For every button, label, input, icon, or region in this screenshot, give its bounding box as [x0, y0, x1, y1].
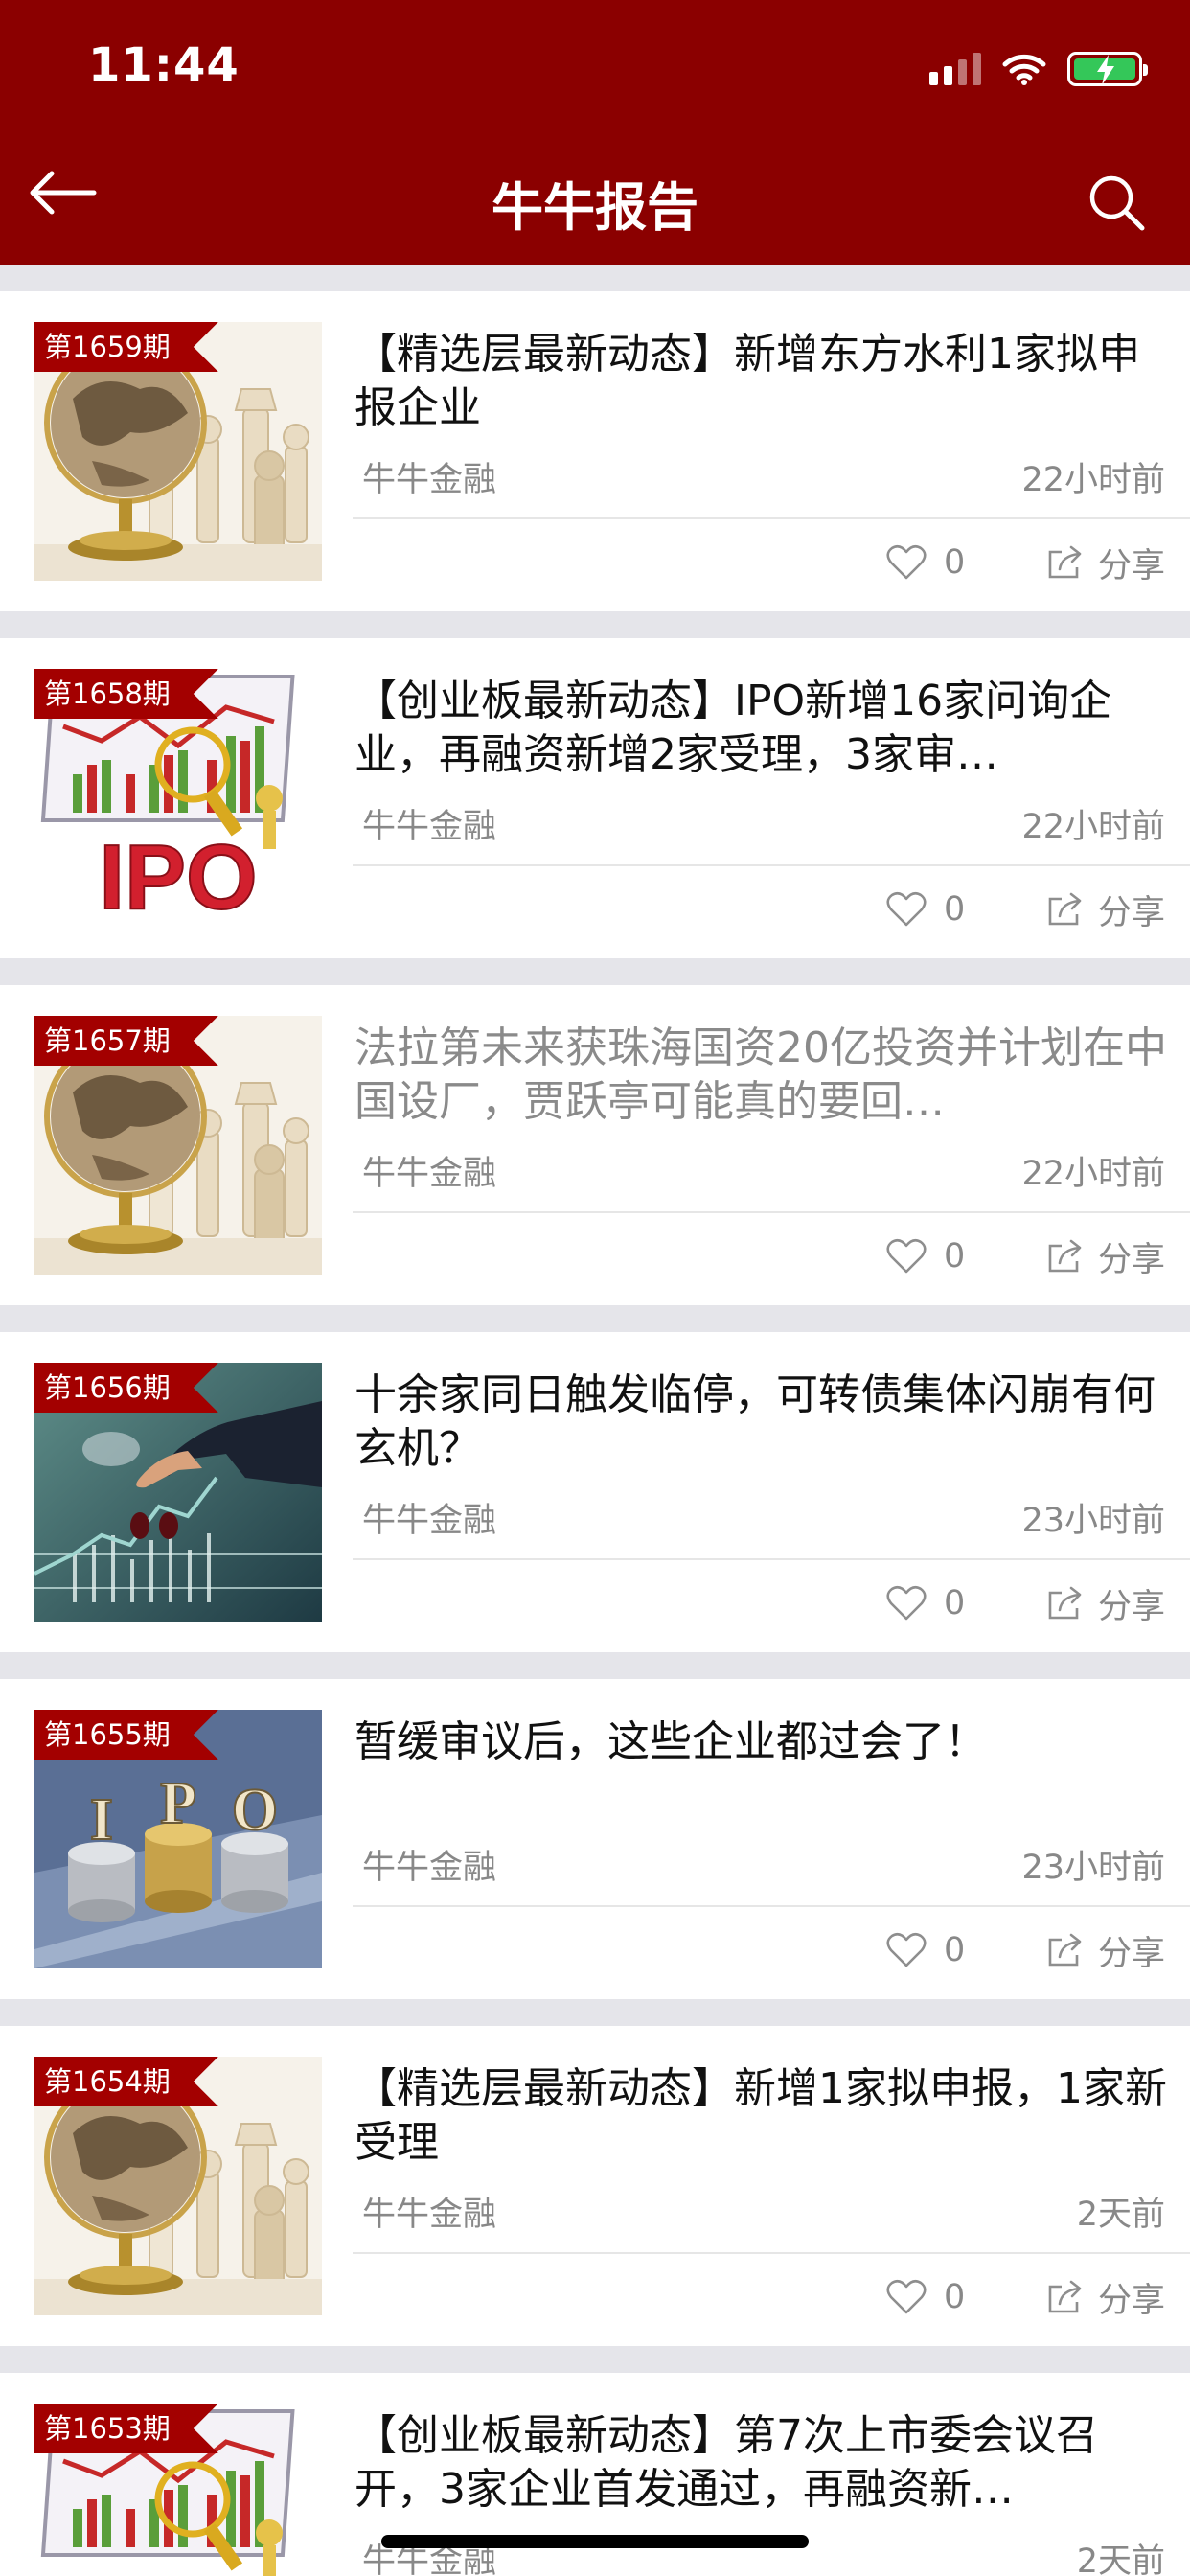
article-thumbnail[interactable]: 第1656期 [34, 1363, 322, 1622]
page-title: 牛牛报告 [492, 177, 698, 238]
share-icon [1048, 892, 1082, 926]
home-indicator[interactable] [381, 2535, 809, 2548]
article-time: 23小时前 [1021, 1502, 1165, 1540]
heart-icon [886, 544, 927, 580]
issue-badge: 第1654期 [34, 2057, 218, 2106]
share-label: 分享 [1097, 546, 1165, 586]
article-title[interactable]: 法拉第未来获珠海国资20亿投资并计划在中国设厂，贾跃亭可能真的要回… [355, 1022, 1171, 1129]
article-title[interactable]: 【创业板最新动态】IPO新增16家问询企业，再融资新增2家受理，3家审… [355, 675, 1171, 782]
article-time: 22小时前 [1021, 461, 1165, 499]
share-button[interactable]: 分享 [1046, 1579, 1165, 1627]
heart-icon [886, 2279, 927, 2314]
status-time: 11:44 [88, 38, 240, 92]
heart-icon [886, 1238, 927, 1274]
like-button[interactable]: 0 [886, 1232, 965, 1280]
issue-badge: 第1655期 [34, 1710, 218, 1760]
heart-icon [886, 1585, 927, 1621]
article-card[interactable]: 第1659期 【精选层最新动态】新增东方水利1家拟申报企业 牛牛金融 22小时前… [0, 291, 1190, 611]
article-time: 2天前 [1076, 2196, 1165, 2234]
article-time: 2天前 [1076, 2542, 1165, 2576]
share-button[interactable]: 分享 [1046, 2273, 1165, 2321]
article-card[interactable]: IPO 第1658期 【创业板最新动态】IPO新增16家问询企业，再融资新增2家… [0, 638, 1190, 958]
like-button[interactable]: 0 [886, 886, 965, 933]
article-source: 牛牛金融 [362, 1155, 497, 1193]
like-button[interactable]: 0 [886, 539, 965, 586]
article-source: 牛牛金融 [362, 1502, 497, 1540]
share-button[interactable]: 分享 [1046, 1232, 1165, 1280]
article-source: 牛牛金融 [362, 461, 497, 499]
share-label: 分享 [1097, 893, 1165, 932]
like-button[interactable]: 0 [886, 1926, 965, 1974]
like-count: 0 [944, 1237, 966, 1276]
wifi-icon [1002, 54, 1046, 85]
article-thumbnail[interactable]: IPO 第1653期 [34, 2404, 322, 2576]
article-thumbnail[interactable]: I P O 第1655期 [34, 1710, 322, 1968]
article-thumbnail[interactable]: IPO 第1658期 [34, 669, 322, 928]
article-title[interactable]: 【创业板最新动态】第7次上市委会议召开，3家企业首发通过，再融资新… [355, 2409, 1171, 2517]
search-icon[interactable] [1087, 172, 1146, 232]
battery-icon [1067, 52, 1148, 86]
share-icon [1048, 1239, 1082, 1273]
share-button[interactable]: 分享 [1046, 886, 1165, 933]
article-card[interactable]: 第1654期 【精选层最新动态】新增1家拟申报，1家新受理 牛牛金融 2天前 0… [0, 2026, 1190, 2346]
like-count: 0 [944, 890, 966, 929]
divider [353, 518, 1190, 519]
svg-text:O: O [232, 1778, 278, 1843]
article-title[interactable]: 十余家同日触发临停，可转债集体闪崩有何玄机？ [355, 1368, 1171, 1476]
share-icon [1048, 2280, 1082, 2313]
heart-icon [886, 891, 927, 927]
article-source: 牛牛金融 [362, 2196, 497, 2234]
article-source: 牛牛金融 [362, 808, 497, 846]
svg-text:IPO: IPO [99, 826, 257, 928]
svg-text:P: P [160, 1771, 196, 1836]
status-icons [929, 50, 1148, 88]
issue-badge: 第1653期 [34, 2404, 218, 2453]
issue-badge: 第1656期 [34, 1363, 218, 1413]
issue-badge: 第1659期 [34, 322, 218, 372]
like-count: 0 [944, 543, 966, 582]
article-thumbnail[interactable]: 第1657期 [34, 1016, 322, 1275]
article-thumbnail[interactable]: 第1654期 [34, 2057, 322, 2315]
share-button[interactable]: 分享 [1046, 1926, 1165, 1974]
article-time: 23小时前 [1021, 1849, 1165, 1887]
like-count: 0 [944, 1584, 966, 1622]
article-thumbnail[interactable]: 第1659期 [34, 322, 322, 581]
article-title[interactable]: 【精选层最新动态】新增1家拟申报，1家新受理 [355, 2062, 1171, 2170]
article-title[interactable]: 【精选层最新动态】新增东方水利1家拟申报企业 [355, 328, 1171, 435]
share-label: 分享 [1097, 1587, 1165, 1626]
heart-icon [886, 1932, 927, 1967]
divider [353, 864, 1190, 866]
article-card[interactable]: 第1657期 法拉第未来获珠海国资20亿投资并计划在中国设厂，贾跃亭可能真的要回… [0, 985, 1190, 1305]
share-button[interactable]: 分享 [1046, 539, 1165, 586]
like-count: 0 [944, 1931, 966, 1969]
issue-badge: 第1657期 [34, 1016, 218, 1066]
share-label: 分享 [1097, 1240, 1165, 1279]
divider [353, 1211, 1190, 1213]
article-source: 牛牛金融 [362, 1849, 497, 1887]
divider [353, 2252, 1190, 2254]
share-icon [1048, 1586, 1082, 1620]
article-card[interactable]: I P O 第1655期 暂缓审议后，这些企业都过会了！ 牛牛金融 23小时前 … [0, 1679, 1190, 1999]
divider [353, 1905, 1190, 1907]
like-button[interactable]: 0 [886, 1579, 965, 1627]
nav-header: 11:44 牛牛报告 [0, 0, 1190, 264]
divider [353, 1558, 1190, 1560]
article-time: 22小时前 [1021, 1155, 1165, 1193]
like-count: 0 [944, 2278, 966, 2316]
article-list: 第1659期 【精选层最新动态】新增东方水利1家拟申报企业 牛牛金融 22小时前… [0, 264, 1190, 2576]
article-time: 22小时前 [1021, 808, 1165, 846]
share-label: 分享 [1097, 2281, 1165, 2320]
share-icon [1048, 1933, 1082, 1966]
share-icon [1048, 545, 1082, 579]
issue-badge: 第1658期 [34, 669, 218, 719]
like-button[interactable]: 0 [886, 2273, 965, 2321]
svg-text:IPO: IPO [99, 2561, 257, 2576]
article-card[interactable]: 第1656期 十余家同日触发临停，可转债集体闪崩有何玄机？ 牛牛金融 23小时前… [0, 1332, 1190, 1652]
cellular-signal-icon [929, 53, 981, 85]
article-title[interactable]: 暂缓审议后，这些企业都过会了！ [355, 1715, 1171, 1769]
share-label: 分享 [1097, 1934, 1165, 1973]
svg-text:I: I [90, 1787, 113, 1852]
